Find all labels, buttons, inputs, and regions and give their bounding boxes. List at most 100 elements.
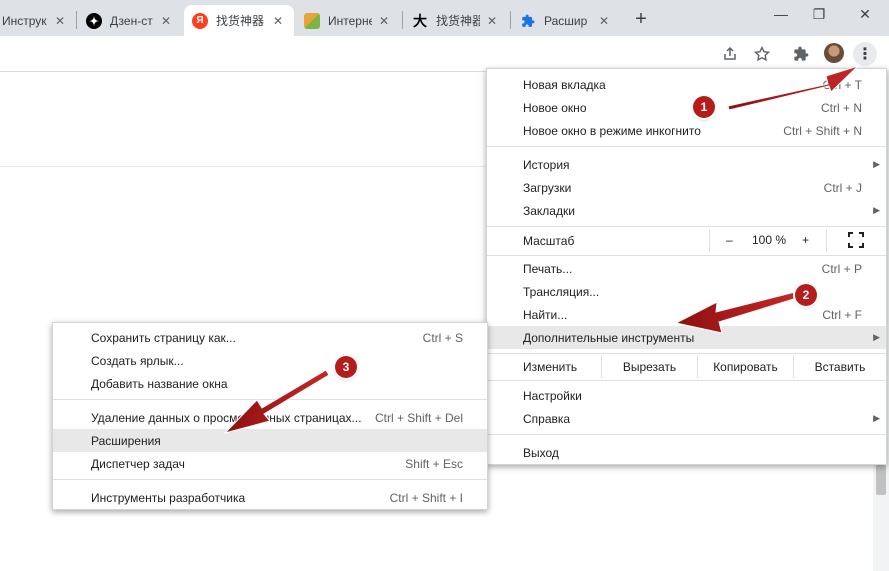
paste-label: Вставить [814,359,866,374]
menu-kebab-icon[interactable]: ⋮ [853,42,877,66]
menu-item-shortcut: Ctrl + Shift + N [783,123,862,138]
submenu-item-create-shortcut[interactable]: Создать ярлык... [53,349,487,372]
submenu-item-shortcut: Ctrl + Shift + Del [374,410,463,425]
submenu-item-name-window[interactable]: Добавить название окна [53,372,487,395]
cut-button[interactable]: Вырезать [601,355,697,378]
menu-item-label: Новое окно [523,100,587,115]
zoom-out-button[interactable]: – [726,233,733,247]
submenu-item-shortcut: Shift + Esc [405,456,463,471]
menu-separator [487,380,886,381]
bookmark-star-icon[interactable] [752,44,772,64]
fullscreen-icon[interactable] [848,232,864,248]
paste-button[interactable]: Вставить [793,355,886,378]
annotation-badge-3: 3 [335,356,357,378]
menu-item-label: Найти... [523,307,568,322]
tab-dzen[interactable]: Дзен-ст ✕ [78,5,182,36]
tab-title: Инструк [2,13,47,28]
menu-separator [487,146,886,147]
submenu-arrow-icon: ▶ [873,159,880,169]
site-favicon-icon [304,12,320,29]
tab-title: 找货神器 [436,14,480,28]
submenu-separator [53,399,487,400]
menu-item-settings[interactable]: Настройки [487,384,886,407]
copy-button[interactable]: Копировать [697,355,793,378]
chrome-main-menu: Новая вкладка Ctrl + T Новое окно Ctrl +… [486,68,887,465]
cut-label: Вырезать [622,359,677,374]
maximize-button[interactable]: ❐ [808,6,830,26]
zoom-level: 100 % [752,233,787,247]
tab-yandex[interactable]: Я 找货神器 ✕ [184,5,294,36]
submenu-item-clear-data[interactable]: Удаление данных о просмотренных страница… [53,406,487,429]
share-icon[interactable] [720,44,740,64]
close-icon[interactable]: ✕ [52,13,68,29]
close-icon[interactable]: ✕ [484,13,500,29]
tab-internet[interactable]: Интерне ✕ [296,5,400,36]
annotation-badge-1: 1 [693,96,715,118]
menu-item-history[interactable]: История ▶ [487,153,886,176]
scrollbar-thumb[interactable] [876,465,886,495]
submenu-item-label: Сохранить страницу как... [91,330,236,345]
tab-zhaohuo[interactable]: 大 找货神器 ✕ [404,5,508,36]
menu-item-exit[interactable]: Выход [487,441,886,464]
menu-item-incognito[interactable]: Новое окно в режиме инкогнито Ctrl + Shi… [487,119,886,142]
submenu-item-save-page[interactable]: Сохранить страницу как... Ctrl + S [53,326,487,349]
submenu-item-label: Диспетчер задач [91,456,185,471]
submenu-separator [53,479,487,480]
zoom-label: Масштаб [523,234,575,248]
menu-edit-row: Изменить Вырезать Копировать Вставить [487,355,886,378]
tab-extensions[interactable]: Расшир ✕ [512,5,620,36]
submenu-arrow-icon: ▶ [873,413,880,423]
menu-item-shortcut: Ctrl + J [823,180,862,195]
menu-item-find[interactable]: Найти... Ctrl + F [487,303,886,326]
submenu-item-label: Расширения [91,433,161,448]
submenu-item-shortcut: Ctrl + Shift + I [389,490,463,505]
minimize-button[interactable]: — [770,6,792,26]
menu-item-new-tab[interactable]: Новая вкладка Ctrl + T [487,73,886,96]
zoom-controls: – 100 % + [709,229,827,252]
tab-title: Расшир [544,13,588,28]
edit-label: Изменить [523,360,578,374]
extensions-puzzle-icon [520,13,536,29]
submenu-item-task-manager[interactable]: Диспетчер задач Shift + Esc [53,452,487,475]
menu-separator [487,353,886,354]
tab-title: Интерне [328,13,372,28]
menu-item-label: Новая вкладка [523,77,606,92]
dzen-logo-icon [86,12,102,29]
extensions-icon[interactable] [791,44,811,64]
menu-item-downloads[interactable]: Загрузки Ctrl + J [487,176,886,199]
tab-title: Дзен-ст [110,13,153,28]
copy-label: Копировать [713,359,778,374]
menu-item-new-window[interactable]: Новое окно Ctrl + N [487,96,886,119]
menu-item-shortcut: Ctrl + P [821,261,862,276]
submenu-item-dev-tools[interactable]: Инструменты разработчика Ctrl + Shift + … [53,486,487,509]
zoom-in-button[interactable]: + [802,233,809,247]
close-window-button[interactable]: ✕ [854,6,876,26]
submenu-item-shortcut: Ctrl + S [422,330,463,345]
submenu-item-label: Создать ярлык... [91,353,184,368]
menu-item-cast[interactable]: Трансляция... [487,280,886,303]
menu-separator [487,434,886,435]
submenu-item-extensions[interactable]: Расширения [53,429,487,452]
menu-item-shortcut: Ctrl + N [820,100,862,115]
new-tab-button[interactable]: + [630,9,652,31]
profile-avatar[interactable] [824,43,844,63]
menu-item-more-tools[interactable]: Дополнительные инструменты ▶ [487,326,886,349]
more-tools-submenu: Сохранить страницу как... Ctrl + S Созда… [52,322,488,510]
annotation-badge-2: 2 [795,284,817,306]
menu-item-help[interactable]: Справка ▶ [487,407,886,430]
tab-instructions[interactable]: Инструк ✕ [0,5,76,36]
yandex-logo-icon: Я [192,12,208,29]
submenu-item-label: Добавить название окна [91,376,228,391]
menu-separator [487,255,886,256]
submenu-arrow-icon: ▶ [873,332,880,342]
close-icon[interactable]: ✕ [158,13,174,29]
menu-item-bookmarks[interactable]: Закладки ▶ [487,199,886,222]
menu-item-label: Справка [523,411,571,426]
close-icon[interactable]: ✕ [596,13,612,29]
menu-item-label: Закладки [523,203,575,218]
close-icon[interactable]: ✕ [376,13,392,29]
menu-item-print[interactable]: Печать... Ctrl + P [487,257,886,280]
da-favicon-icon: 大 [413,12,427,29]
close-icon[interactable]: ✕ [270,13,286,29]
menu-item-label: Загрузки [523,180,572,195]
